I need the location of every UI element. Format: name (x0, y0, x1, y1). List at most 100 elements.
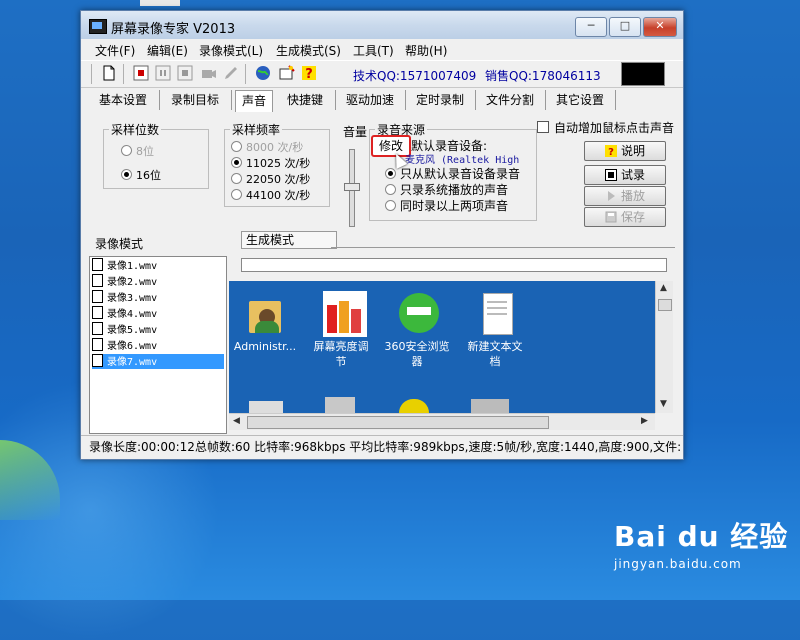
menu-tools[interactable]: 工具(T) (353, 42, 394, 59)
menu-record-mode[interactable]: 录像模式(L) (199, 42, 263, 59)
baidu-jingyan-watermark: Bai du 经验 jingyan.baidu.com (614, 515, 788, 571)
file-icon (92, 274, 103, 287)
tab-driver-accel[interactable]: 驱动加速 (335, 90, 406, 110)
settings-tabs: 基本设置 录制目标 声音 快捷键 驱动加速 定时录制 文件分割 其它设置 (87, 90, 675, 112)
camera-icon[interactable] (201, 65, 217, 81)
save-button[interactable]: 保存 (584, 207, 666, 227)
pen-icon[interactable] (223, 65, 239, 81)
preview-partial-icon (249, 401, 283, 413)
icon-label: 新建文本文 (467, 340, 523, 353)
watermark-url: jingyan.baidu.com (614, 557, 742, 571)
list-item[interactable]: 录像1.wmv (92, 258, 224, 273)
tab-hotkeys[interactable]: 快捷键 (275, 90, 336, 110)
radio-dot (231, 141, 242, 152)
new-file-icon[interactable] (101, 65, 117, 81)
record-icon (604, 169, 617, 181)
radio-dot (385, 184, 396, 195)
list-item[interactable]: 录像5.wmv (92, 322, 224, 337)
radio-44100[interactable]: 44100 次/秒 (231, 187, 310, 203)
tab-sound[interactable]: 声音 (235, 90, 273, 112)
tech-qq: 技术QQ:1571007409 (353, 69, 477, 83)
toolbar: ? 技术QQ:1571007409 销售QQ:178046113 (81, 60, 683, 88)
list-item-selected[interactable]: 录像7.wmv (92, 354, 224, 369)
scroll-thumb[interactable] (658, 299, 672, 311)
radio-8000[interactable]: 8000 次/秒 (231, 139, 303, 155)
radio-8bit[interactable]: 8位 (121, 143, 154, 159)
tab-scheduled-record[interactable]: 定时录制 (405, 90, 476, 110)
preview-monitor (621, 62, 665, 86)
scroll-down-icon[interactable]: ▼ (660, 399, 667, 409)
volume-slider-thumb[interactable] (344, 183, 360, 191)
playback-progress-bar[interactable] (241, 258, 667, 272)
stop-icon[interactable] (177, 65, 193, 81)
radio-dot (385, 200, 396, 211)
scroll-right-icon[interactable]: ▶ (641, 416, 648, 426)
list-item[interactable]: 录像3.wmv (92, 290, 224, 305)
menu-generate-mode[interactable]: 生成模式(S) (276, 42, 341, 59)
file-icon (92, 354, 103, 367)
preview-desktop-icon: Administr... (229, 291, 301, 354)
list-item[interactable]: 录像4.wmv (92, 306, 224, 321)
radio-11025[interactable]: 11025 次/秒 (231, 155, 310, 171)
maximize-button[interactable]: □ (609, 17, 641, 37)
record-icon[interactable] (133, 65, 149, 81)
preview-partial-icon (325, 397, 355, 413)
brightness-app-icon (321, 291, 367, 337)
radio-dot (121, 169, 132, 180)
tab-record-target[interactable]: 录制目标 (159, 90, 232, 110)
list-item[interactable]: 录像2.wmv (92, 274, 224, 289)
icon-label: Administr... (233, 340, 297, 353)
toolbar-separator (123, 64, 124, 84)
icon-label: 360安全浏览 (384, 340, 450, 353)
app-window: 屏幕录像专家 V2013 ─ □ ✕ 文件(F) 编辑(E) 录像模式(L) 生… (80, 10, 684, 460)
divider (331, 247, 675, 248)
tab-file-split[interactable]: 文件分割 (475, 90, 546, 110)
icon-label: 节 (335, 355, 347, 368)
list-item[interactable]: 录像6.wmv (92, 338, 224, 353)
title-bar[interactable]: 屏幕录像专家 V2013 ─ □ ✕ (81, 11, 683, 39)
radio-dot (121, 145, 132, 156)
radio-system-sound-only[interactable]: 只录系统播放的声音 (385, 181, 508, 198)
click-sound-checkbox[interactable]: 自动增加鼠标点击声音 (537, 119, 674, 136)
preview-horizontal-scrollbar[interactable]: ◀ ▶ (229, 413, 655, 430)
volume-label: 音量 (343, 125, 368, 139)
device-name: 麦克风 (Realtek High (405, 155, 520, 166)
play-icon (607, 191, 615, 201)
test-record-button[interactable]: 试录 (584, 165, 666, 185)
scroll-left-icon[interactable]: ◀ (233, 416, 240, 426)
icon-label: 器 (411, 355, 423, 368)
checkbox-box (537, 121, 549, 133)
radio-dot (231, 189, 242, 200)
preview-vertical-scrollbar[interactable]: ▲ ▼ (655, 281, 673, 413)
menu-file[interactable]: 文件(F) (95, 42, 135, 59)
tab-basic-settings[interactable]: 基本设置 (87, 90, 160, 110)
scroll-thumb[interactable] (247, 416, 549, 429)
menu-edit[interactable]: 编辑(E) (147, 42, 188, 59)
generate-mode-tab[interactable]: 生成模式 (241, 231, 337, 249)
menu-bar: 文件(F) 编辑(E) 录像模式(L) 生成模式(S) 工具(T) 帮助(H) (81, 39, 683, 59)
recording-file-list[interactable]: 录像1.wmv 录像2.wmv 录像3.wmv 录像4.wmv 录像5.wmv … (89, 256, 227, 434)
preview-desktop-icon: 新建文本文 档 (459, 291, 531, 369)
wizard-icon[interactable] (279, 65, 295, 81)
radio-22050[interactable]: 22050 次/秒 (231, 171, 310, 187)
help-icon[interactable]: ? (301, 65, 317, 81)
file-icon (92, 322, 103, 335)
radio-16bit[interactable]: 16位 (121, 167, 161, 183)
scroll-up-icon[interactable]: ▲ (660, 283, 667, 293)
help-button[interactable]: ? 说明 (584, 141, 666, 161)
toolbar-separator (91, 64, 92, 84)
preview-desktop-icon: 屏幕亮度调 节 (305, 291, 377, 369)
radio-both-sources[interactable]: 同时录以上两项声音 (385, 197, 508, 214)
menu-help[interactable]: 帮助(H) (405, 42, 447, 59)
close-button[interactable]: ✕ (643, 17, 677, 37)
play-button[interactable]: 播放 (584, 186, 666, 206)
minimize-button[interactable]: ─ (575, 17, 607, 37)
globe-icon[interactable] (255, 65, 271, 81)
toolbar-separator (245, 64, 246, 84)
user-folder-icon (245, 291, 285, 335)
pause-icon[interactable] (155, 65, 171, 81)
radio-dot (231, 173, 242, 184)
file-icon (92, 306, 103, 319)
tab-other-settings[interactable]: 其它设置 (545, 90, 616, 110)
radio-default-device-only[interactable]: 只从默认录音设备录音 (385, 165, 520, 182)
